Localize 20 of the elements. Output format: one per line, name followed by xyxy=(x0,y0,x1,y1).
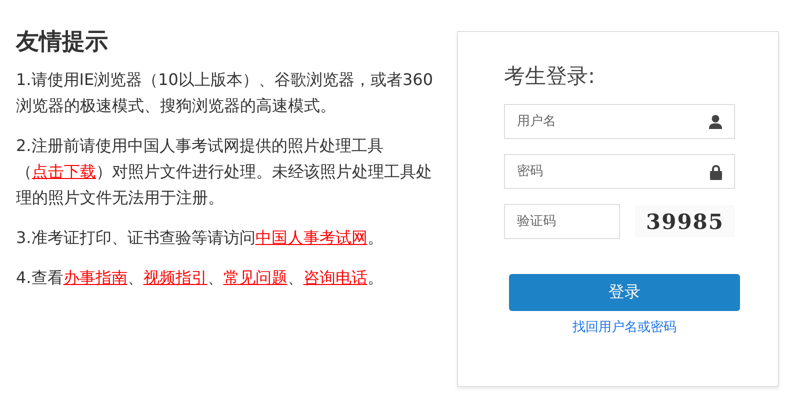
forgot-link[interactable]: 找回用户名或密码 xyxy=(509,318,740,336)
user-icon xyxy=(708,114,723,129)
tip-link[interactable]: 视频指引 xyxy=(143,268,208,287)
username-field[interactable]: 用户名 xyxy=(504,104,735,139)
tip-paragraph: 1.请使用IE浏览器（10以上版本）、谷歌浏览器，或者360浏览器的极速模式、搜狗浏览器的高速模式。 xyxy=(16,69,434,117)
notice-title: 友情提示 xyxy=(16,28,109,57)
tip-paragraph: 2.注册前请使用中国人事考试网提供的照片处理工具（点击下载）对照片文件进行处理。未经该照片处理工具处理的照片文件无法用于注册。 xyxy=(16,135,433,209)
login-title: 考生登录: xyxy=(504,63,596,90)
tip-link[interactable]: 点击下载 xyxy=(32,162,96,181)
tip-paragraph: 4.查看办事指南、视频指引、常见问题、咨询电话。 xyxy=(16,267,384,289)
login-button[interactable]: 登录 xyxy=(509,274,740,311)
lock-icon xyxy=(709,164,723,180)
tip-link[interactable]: 常见问题 xyxy=(223,268,288,287)
captcha-field[interactable]: 验证码 xyxy=(504,204,620,239)
password-field[interactable]: 密码 xyxy=(504,154,735,189)
captcha-image[interactable]: 39985 xyxy=(635,205,735,237)
tip-paragraph: 3.准考证打印、证书查验等请访问中国人事考试网。 xyxy=(16,227,384,249)
tip-link[interactable]: 咨询电话 xyxy=(303,268,368,287)
tip-link[interactable]: 办事指南 xyxy=(63,268,128,287)
tip-link[interactable]: 中国人事考试网 xyxy=(255,228,368,247)
